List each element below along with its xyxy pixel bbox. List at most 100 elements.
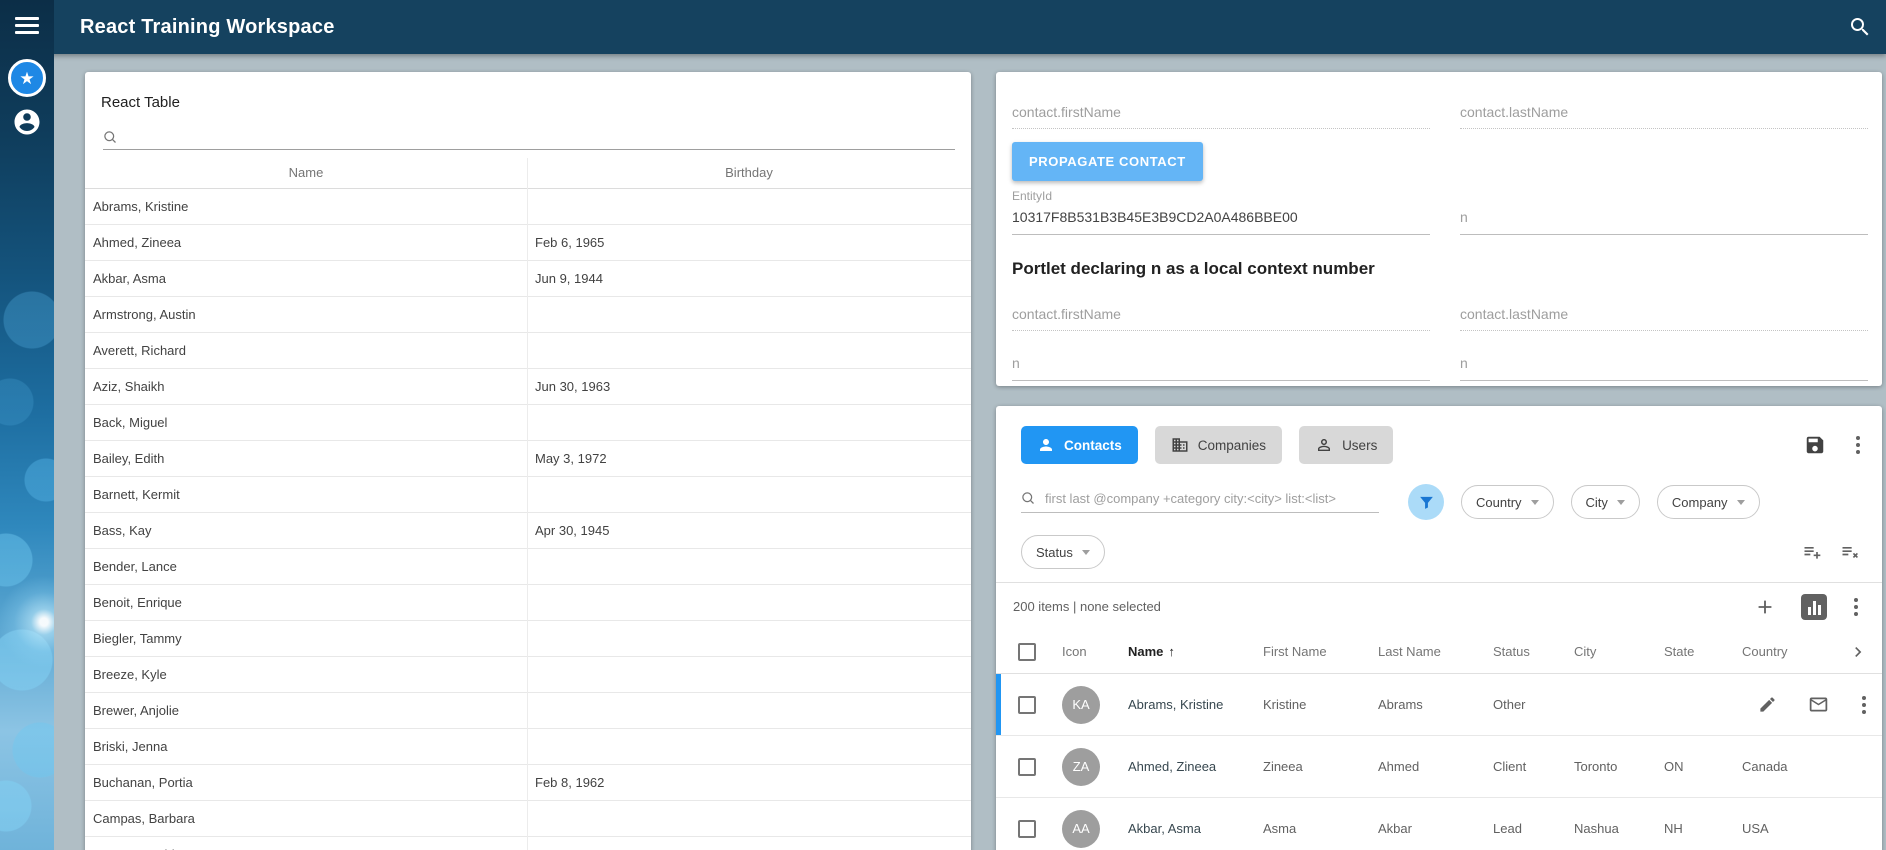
birthday-cell: Feb 8, 1962 xyxy=(527,775,971,790)
table-search-input[interactable] xyxy=(130,127,955,145)
contact-first-name-input[interactable] xyxy=(1012,104,1430,120)
state-cell: ON xyxy=(1664,759,1742,774)
table-row[interactable]: Averett, Richard xyxy=(85,333,971,369)
propagate-contact-button[interactable]: PROPAGATE CONTACT xyxy=(1012,142,1203,181)
column-header-last-name[interactable]: Last Name xyxy=(1378,644,1493,659)
table-row[interactable]: Akbar, Asma Jun 9, 1944 xyxy=(85,261,971,297)
tab-users[interactable]: Users xyxy=(1299,426,1393,464)
table-row[interactable]: Ahmed, Zineea Feb 6, 1965 xyxy=(85,225,971,261)
more-vert-icon[interactable] xyxy=(1854,434,1862,456)
name-cell: Breeze, Kyle xyxy=(85,667,527,682)
email-icon[interactable] xyxy=(1808,694,1829,715)
save-icon[interactable] xyxy=(1804,434,1826,456)
account-icon[interactable] xyxy=(12,107,42,137)
table-search xyxy=(103,127,955,150)
row-checkbox[interactable] xyxy=(1018,758,1036,776)
n-input[interactable] xyxy=(1460,209,1868,225)
column-header-city[interactable]: City xyxy=(1574,644,1664,659)
contact-last-name-input[interactable] xyxy=(1460,104,1868,120)
column-header-name[interactable]: Name ↑ xyxy=(1128,644,1263,659)
contact-name-link[interactable]: Ahmed, Zineea xyxy=(1128,759,1263,774)
status-filter-dropdown[interactable]: Status xyxy=(1021,535,1105,569)
column-header-state[interactable]: State xyxy=(1664,644,1742,659)
name-cell: Armstrong, Austin xyxy=(85,307,527,322)
column-header-first-name[interactable]: First Name xyxy=(1263,644,1378,659)
menu-icon[interactable] xyxy=(15,17,39,35)
avatar: ZA xyxy=(1062,748,1100,786)
chart-icon[interactable] xyxy=(1801,594,1827,620)
column-header-icon[interactable]: Icon xyxy=(1062,644,1128,659)
contact-name-link[interactable]: Abrams, Kristine xyxy=(1128,697,1263,712)
chevron-right-icon[interactable] xyxy=(1848,642,1868,662)
status-cell: Lead xyxy=(1493,821,1574,836)
sort-asc-icon: ↑ xyxy=(1168,644,1175,659)
search-icon[interactable] xyxy=(1848,15,1872,39)
state-cell: NH xyxy=(1664,821,1742,836)
contact-search-input[interactable] xyxy=(1045,491,1379,506)
birthday-cell: Apr 30, 1945 xyxy=(527,523,971,538)
company-filter-dropdown[interactable]: Company xyxy=(1657,485,1760,519)
contact-name-link[interactable]: Akbar, Asma xyxy=(1128,821,1263,836)
table-row[interactable]: Breeze, Kyle xyxy=(85,657,971,693)
entity-id-label: EntityId xyxy=(1012,189,1430,203)
person-icon xyxy=(1037,436,1055,454)
last-name-cell: Ahmed xyxy=(1378,759,1493,774)
table-row[interactable]: Bailey, Edith May 3, 1972 xyxy=(85,441,971,477)
city-cell: Nashua xyxy=(1574,821,1664,836)
column-header-status[interactable]: Status xyxy=(1493,644,1574,659)
column-header-name[interactable]: Name xyxy=(85,158,527,188)
table-row[interactable]: Abrams, Kristine xyxy=(85,189,971,225)
row-checkbox[interactable] xyxy=(1018,820,1036,838)
items-summary-row: 200 items | none selected xyxy=(996,583,1882,630)
table-row[interactable]: Brewer, Anjolie xyxy=(85,693,971,729)
birthday-cell: Jun 9, 1944 xyxy=(527,271,971,286)
n-local-input-2[interactable] xyxy=(1460,355,1868,371)
column-header-country[interactable]: Country xyxy=(1742,644,1842,659)
table-row[interactable]: Briski, Jenna xyxy=(85,729,971,765)
contact-first-name-input-2[interactable] xyxy=(1012,306,1430,322)
filter-icon[interactable] xyxy=(1408,484,1444,520)
add-icon[interactable] xyxy=(1754,596,1776,618)
tab-contacts[interactable]: Contacts xyxy=(1021,426,1138,464)
table-row[interactable]: Armstrong, Austin xyxy=(85,297,971,333)
first-name-cell: Asma xyxy=(1263,821,1378,836)
table-row[interactable]: Benoit, Enrique xyxy=(85,585,971,621)
contact-browser-card: Contacts Companies Users xyxy=(996,406,1882,850)
select-all-checkbox[interactable] xyxy=(1018,643,1036,661)
name-cell: Briski, Jenna xyxy=(85,739,527,754)
contact-last-name-field-2 xyxy=(1460,306,1868,331)
row-checkbox[interactable] xyxy=(1018,696,1036,714)
contact-search xyxy=(1021,491,1379,513)
table-row[interactable]: Barnett, Kermit xyxy=(85,477,971,513)
table-row[interactable]: Campas, Barbara xyxy=(85,801,971,837)
contact-row[interactable]: ZA Ahmed, Zineea Zineea Ahmed Client Tor… xyxy=(996,736,1882,798)
more-vert-icon[interactable] xyxy=(1860,694,1868,716)
contact-last-name-input-2[interactable] xyxy=(1460,306,1868,322)
column-header-birthday[interactable]: Birthday xyxy=(527,158,971,188)
country-filter-dropdown[interactable]: Country xyxy=(1461,485,1554,519)
table-row[interactable]: Aziz, Shaikh Jun 30, 1963 xyxy=(85,369,971,405)
city-filter-dropdown[interactable]: City xyxy=(1571,485,1640,519)
entity-id-input[interactable] xyxy=(1012,209,1430,225)
name-cell: Campas, Barbara xyxy=(85,811,527,826)
tab-companies[interactable]: Companies xyxy=(1155,426,1282,464)
table-row[interactable]: Bass, Kay Apr 30, 1945 xyxy=(85,513,971,549)
playlist-remove-icon[interactable] xyxy=(1840,542,1860,562)
edit-icon[interactable] xyxy=(1758,695,1777,714)
card-title: React Table xyxy=(85,72,971,111)
table-row[interactable]: Bender, Lance xyxy=(85,549,971,585)
playlist-add-icon[interactable] xyxy=(1802,542,1822,562)
chevron-down-icon xyxy=(1531,500,1539,505)
table-row[interactable]: Back, Miguel xyxy=(85,405,971,441)
status-cell: Client xyxy=(1493,759,1574,774)
react-table-card: React Table Name Birthday Abrams, Kristi… xyxy=(85,72,971,850)
workspace-star-icon[interactable]: ★ xyxy=(8,59,46,97)
table-row[interactable]: Campos, Bobby xyxy=(85,837,971,850)
contact-row[interactable]: KA Abrams, Kristine Kristine Abrams Othe… xyxy=(996,674,1882,736)
table-row[interactable]: Biegler, Tammy xyxy=(85,621,971,657)
table-row[interactable]: Buchanan, Portia Feb 8, 1962 xyxy=(85,765,971,801)
n-local-input-1[interactable] xyxy=(1012,355,1430,371)
name-cell: Benoit, Enrique xyxy=(85,595,527,610)
more-vert-icon[interactable] xyxy=(1852,596,1860,618)
contact-row[interactable]: AA Akbar, Asma Asma Akbar Lead Nashua NH… xyxy=(996,798,1882,850)
